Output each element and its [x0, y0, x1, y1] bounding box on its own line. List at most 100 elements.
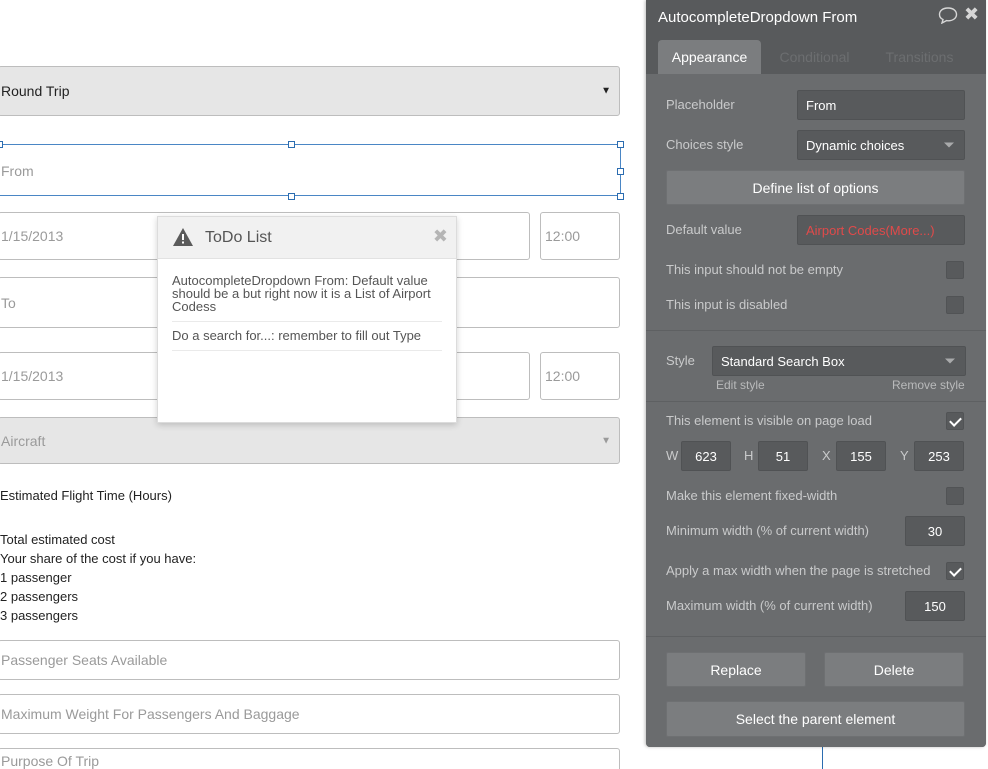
trip-type-dropdown[interactable]: Round Trip ▼	[0, 66, 620, 116]
purpose-of-trip-input[interactable]: Purpose Of Trip	[0, 748, 620, 769]
y-label: Y	[900, 448, 909, 463]
placeholder-value: From	[806, 97, 837, 113]
tab-transitions[interactable]: Transitions	[868, 40, 971, 74]
close-icon[interactable]: ✖	[433, 226, 448, 247]
from-autocomplete[interactable]: From	[0, 145, 620, 196]
depart-time-input[interactable]: 12:00	[540, 212, 620, 260]
purpose-of-trip-placeholder: Purpose Of Trip	[1, 753, 100, 769]
min-width-value: 30	[927, 523, 943, 539]
remove-style-link[interactable]: Remove style	[892, 378, 965, 392]
width-value: 623	[695, 448, 717, 464]
comment-icon[interactable]	[938, 6, 958, 24]
depart-time-value: 12:00	[545, 228, 581, 244]
disabled-label: This input is disabled	[666, 297, 788, 312]
todo-header: ToDo List ✖	[158, 217, 456, 259]
width-label: W	[666, 448, 679, 463]
style-dropdown[interactable]: Standard Search Box	[712, 346, 966, 376]
todo-popup: ToDo List ✖ AutocompleteDropdown From: D…	[157, 216, 457, 423]
default-value-label: Default value	[666, 222, 742, 237]
x-value: 155	[850, 448, 872, 464]
min-width-input[interactable]: 30	[905, 516, 965, 546]
default-value-value: Airport Codes(More...)	[806, 222, 935, 238]
caret-down-icon: ▼	[601, 435, 611, 446]
visible-on-load-label: This element is visible on page load	[666, 413, 872, 428]
share-of-cost-label: Your share of the cost if you have:	[0, 551, 197, 566]
editor-tabs: Appearance Conditional Transitions	[646, 40, 986, 74]
aircraft-placeholder: Aircraft	[1, 432, 46, 449]
height-value: 51	[775, 448, 791, 464]
resize-handle-se[interactable]	[617, 193, 624, 200]
edit-style-link[interactable]: Edit style	[716, 378, 765, 392]
divider	[646, 401, 986, 402]
appearance-tab-content: Placeholder From Choices style Dynamic c…	[646, 74, 986, 747]
todo-item[interactable]: Do a search for...: remember to fill out…	[172, 322, 442, 351]
max-width-input[interactable]: 150	[905, 591, 965, 621]
resize-handle-nw[interactable]	[0, 141, 3, 148]
total-estimated-cost-label: Total estimated cost	[0, 532, 115, 547]
style-value: Standard Search Box	[721, 353, 845, 369]
replace-button[interactable]: Replace	[666, 652, 806, 687]
todo-title: ToDo List	[205, 229, 272, 246]
divider	[646, 330, 986, 331]
delete-button[interactable]: Delete	[824, 652, 964, 687]
width-input[interactable]: 623	[681, 441, 731, 471]
fixed-width-label: Make this element fixed-width	[666, 488, 838, 503]
max-weight-placeholder: Maximum Weight For Passengers And Baggag…	[1, 706, 300, 722]
passenger-option-1: 1 passenger	[0, 570, 72, 585]
visible-on-load-checkbox[interactable]	[946, 412, 964, 430]
max-weight-input[interactable]: Maximum Weight For Passengers And Baggag…	[0, 694, 620, 734]
trip-type-value: Round Trip	[1, 83, 70, 99]
estimated-flight-time-label: Estimated Flight Time (Hours)	[0, 488, 172, 503]
close-icon[interactable]: ✖	[964, 4, 979, 25]
tab-conditional[interactable]: Conditional	[763, 40, 866, 74]
min-width-label: Minimum width (% of current width)	[666, 523, 869, 538]
aircraft-dropdown[interactable]: Aircraft ▼	[0, 417, 620, 464]
tab-appearance[interactable]: Appearance	[658, 40, 761, 74]
property-editor: AutocompleteDropdown From ✖ Appearance C…	[646, 0, 986, 747]
from-placeholder: From	[1, 162, 34, 179]
disabled-checkbox[interactable]	[946, 296, 964, 314]
placeholder-input[interactable]: From	[797, 90, 965, 120]
choices-style-value: Dynamic choices	[806, 137, 905, 153]
todo-item[interactable]: AutocompleteDropdown From: Default value…	[172, 259, 442, 322]
y-value: 253	[928, 448, 950, 464]
passenger-seats-placeholder: Passenger Seats Available	[1, 652, 168, 668]
max-width-apply-label: Apply a max width when the page is stret…	[666, 563, 931, 578]
height-label: H	[744, 448, 754, 463]
passenger-seats-input[interactable]: Passenger Seats Available	[0, 640, 620, 680]
resize-handle-ne[interactable]	[617, 141, 624, 148]
placeholder-label: Placeholder	[666, 97, 735, 112]
divider	[646, 636, 986, 637]
editor-title: AutocompleteDropdown From	[658, 9, 858, 26]
return-date-value: 1/15/2013	[1, 368, 64, 384]
select-parent-button[interactable]: Select the parent element	[666, 701, 965, 737]
return-time-input[interactable]: 12:00	[540, 352, 620, 400]
max-width-label: Maximum width (% of current width)	[666, 598, 873, 613]
return-time-value: 12:00	[545, 368, 581, 384]
passenger-option-3: 3 passengers	[0, 608, 79, 623]
resize-handle-e[interactable]	[617, 168, 624, 175]
to-placeholder: To	[1, 294, 16, 311]
default-value-input[interactable]: Airport Codes(More...)	[797, 215, 965, 245]
chevron-down-icon	[945, 358, 955, 364]
resize-handle-n[interactable]	[288, 141, 295, 148]
depart-date-value: 1/15/2013	[1, 228, 64, 244]
chevron-down-icon	[944, 142, 954, 148]
not-empty-checkbox[interactable]	[946, 261, 964, 279]
caret-down-icon: ▼	[601, 85, 611, 97]
define-options-button[interactable]: Define list of options	[666, 170, 965, 205]
max-width-apply-checkbox[interactable]	[946, 562, 964, 580]
max-width-value: 150	[924, 598, 946, 614]
style-label: Style	[666, 353, 695, 368]
passenger-option-2: 2 passengers	[0, 589, 79, 604]
warning-icon	[173, 228, 193, 246]
fixed-width-checkbox[interactable]	[946, 487, 964, 505]
resize-handle-s[interactable]	[288, 193, 295, 200]
not-empty-label: This input should not be empty	[666, 262, 844, 277]
height-input[interactable]: 51	[758, 441, 808, 471]
choices-style-dropdown[interactable]: Dynamic choices	[797, 130, 965, 160]
y-input[interactable]: 253	[914, 441, 964, 471]
x-label: X	[822, 448, 831, 463]
x-input[interactable]: 155	[836, 441, 886, 471]
alignment-guide	[822, 747, 823, 769]
